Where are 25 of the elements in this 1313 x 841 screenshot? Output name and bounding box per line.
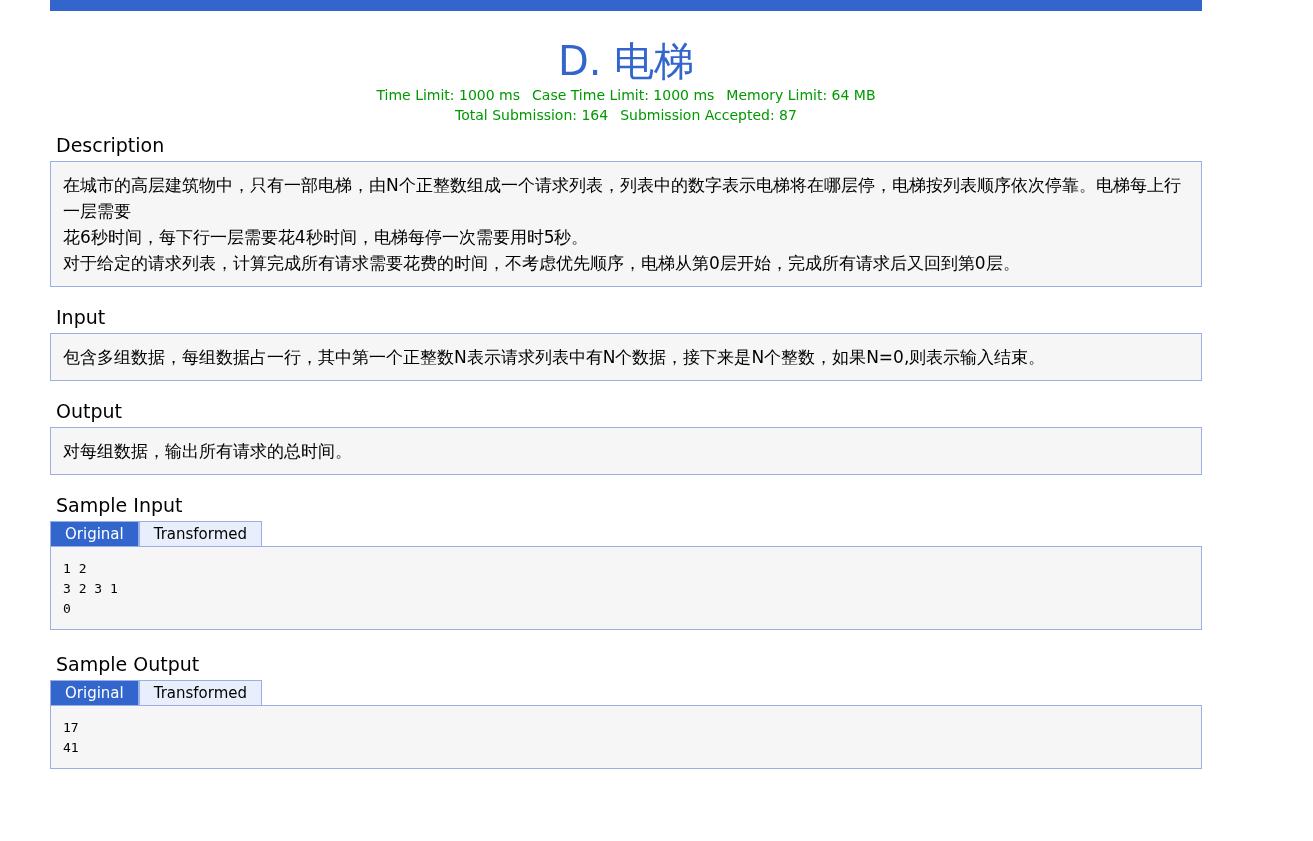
code-line: 41	[63, 739, 80, 757]
code-line: 17	[63, 719, 80, 737]
code-line: 0	[63, 600, 72, 618]
problem-title: D. 电梯	[556, 37, 696, 85]
tab[interactable]: Original	[50, 680, 139, 705]
section-heading: Sample Input	[56, 493, 184, 517]
limit-text: Case Time Limit: 1000 ms	[532, 87, 715, 103]
stat-text: Total Submission: 164	[455, 107, 609, 123]
section-heading: Sample Output	[56, 652, 201, 676]
paragraph-line: 在城市的高层建筑物中，只有一部电梯，由N个正整数组成一个请求列表，列表中的数字表示电梯将在哪层停，电梯按列表顺序依次停靠。电梯每上行一层需要	[63, 174, 1182, 223]
code-line: 1 2	[63, 560, 88, 578]
code-line: 3 2 3 1	[63, 580, 119, 598]
tab[interactable]: Transformed	[138, 680, 263, 705]
stat-text: Submission Accepted: 87	[620, 107, 797, 123]
tab[interactable]: Transformed	[138, 521, 263, 546]
paragraph-line: 包含多组数据，每组数据占一行，其中第一个正整数N表示请求列表中有N个数据，接下来是N个整数，如果N=0,则表示输入结束。	[63, 346, 1047, 369]
section-heading: Input	[56, 305, 107, 329]
tab[interactable]: Original	[50, 521, 139, 546]
paragraph-line: 对于给定的请求列表，计算完成所有请求需要花费的时间，不考虑优先顺序，电梯从第0层开始，完成所有请求后又回到第0层。	[63, 252, 1021, 275]
section-heading: Description	[56, 133, 166, 157]
limit-text: Memory Limit: 64 MB	[726, 87, 876, 103]
section-heading: Output	[56, 399, 123, 423]
limit-text: Time Limit: 1000 ms	[376, 87, 521, 103]
paragraph-line: 对每组数据，输出所有请求的总时间。	[63, 440, 353, 463]
paragraph-line: 花6秒时间，每下行一层需要花4秒时间，电梯每停一次需要用时5秒。	[63, 226, 590, 249]
